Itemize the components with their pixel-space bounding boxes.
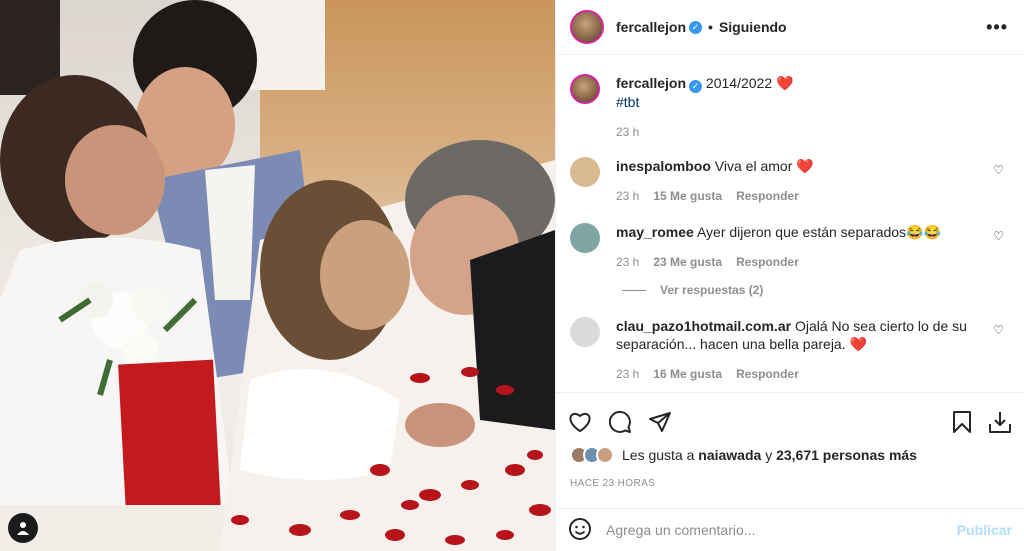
post-timestamp[interactable]: HACE 23 HORAS xyxy=(570,478,655,489)
more-icon[interactable]: ••• xyxy=(986,17,1008,38)
comment-username[interactable]: inespalomboo xyxy=(616,158,711,174)
comment-text: inespalomboo Viva el amor ❤️ xyxy=(616,157,982,175)
post-photo[interactable] xyxy=(0,0,555,551)
post-side-panel: fercallejon ✓ • Siguiendo ••• fercallejo… xyxy=(555,0,1024,551)
caption-time[interactable]: 23 h xyxy=(616,125,639,139)
comment-likes[interactable]: 16 Me gusta xyxy=(653,367,722,381)
liker-avatars xyxy=(570,446,614,464)
likes-others[interactable]: 23,671 personas más xyxy=(776,447,917,463)
caption-text: fercallejon ✓ 2014/2022 ❤️ #tbt xyxy=(616,74,982,111)
comments-list[interactable]: fercallejon ✓ 2014/2022 ❤️ #tbt 23 h ines… xyxy=(556,56,1024,392)
caption-avatar[interactable] xyxy=(570,74,600,104)
likes-user[interactable]: naiawada xyxy=(698,447,761,463)
comment-username[interactable]: clau_pazo1hotmail.com.ar xyxy=(616,318,791,334)
comment-time[interactable]: 23 h xyxy=(616,189,639,203)
reply-button[interactable]: Responder xyxy=(736,255,799,269)
author-username[interactable]: fercallejon xyxy=(616,19,686,35)
view-replies-button[interactable]: Ver respuestas (2) xyxy=(622,283,1008,297)
caption-body: 2014/2022 ❤️ xyxy=(705,75,794,91)
comment-like-heart-icon[interactable]: ♡ xyxy=(993,229,1004,243)
publish-button[interactable]: Publicar xyxy=(957,522,1012,538)
bookmark-icon[interactable] xyxy=(950,410,974,434)
comment-text: may_romee Ayer dijeron que están separad… xyxy=(616,223,982,241)
reply-button[interactable]: Responder xyxy=(736,189,799,203)
share-icon[interactable] xyxy=(648,410,672,434)
separator-dot: • xyxy=(708,19,713,35)
likes-prefix: Les gusta a xyxy=(622,447,695,463)
comment-icon[interactable] xyxy=(608,410,632,434)
replies-line xyxy=(622,289,646,291)
hashtag-link[interactable]: #tbt xyxy=(616,94,639,110)
comment-item: may_romee Ayer dijeron que están separad… xyxy=(570,223,1008,269)
comment-username[interactable]: may_romee xyxy=(616,224,694,240)
emoji-icon[interactable] xyxy=(568,517,592,544)
likes-joiner: y xyxy=(765,447,773,463)
reply-button[interactable]: Responder xyxy=(736,367,799,381)
caption-username[interactable]: fercallejon xyxy=(616,75,686,91)
photo-collage-illustration xyxy=(0,0,555,551)
likes-summary[interactable]: Les gusta a naiawada y 23,671 personas m… xyxy=(570,446,917,464)
view-replies-label: Ver respuestas (2) xyxy=(660,283,764,297)
comment-item: inespalomboo Viva el amor ❤️ 23 h 15 Me … xyxy=(570,157,1008,203)
user-tag-icon[interactable] xyxy=(8,513,38,543)
verified-badge-icon: ✓ xyxy=(689,20,703,34)
download-icon[interactable] xyxy=(988,410,1012,434)
comment-time[interactable]: 23 h xyxy=(616,255,639,269)
comment-input[interactable] xyxy=(606,522,957,538)
caption: fercallejon ✓ 2014/2022 ❤️ #tbt 23 h xyxy=(570,74,1008,139)
commenter-avatar[interactable] xyxy=(570,157,600,187)
comment-meta: 23 h 16 Me gusta Responder xyxy=(616,367,982,381)
post-header: fercallejon ✓ • Siguiendo ••• xyxy=(556,0,1024,55)
comment-time[interactable]: 23 h xyxy=(616,367,639,381)
comment-item: clau_pazo1hotmail.com.ar Ojalá No sea ci… xyxy=(570,317,1008,381)
comment-body: Viva el amor ❤️ xyxy=(714,158,814,174)
caption-meta: 23 h xyxy=(616,125,982,139)
author-avatar[interactable] xyxy=(570,10,604,44)
comment-text: clau_pazo1hotmail.com.ar Ojalá No sea ci… xyxy=(616,317,982,353)
comment-body: Ayer dijeron que están separados😂😂 xyxy=(696,224,941,240)
comment-likes[interactable]: 23 Me gusta xyxy=(653,255,722,269)
heart-icon[interactable] xyxy=(568,410,592,434)
comment-like-heart-icon[interactable]: ♡ xyxy=(993,163,1004,177)
commenter-avatar[interactable] xyxy=(570,317,600,347)
comment-meta: 23 h 15 Me gusta Responder xyxy=(616,189,982,203)
following-button[interactable]: Siguiendo xyxy=(719,19,787,35)
add-comment-bar: Publicar xyxy=(556,508,1024,551)
comment-likes[interactable]: 15 Me gusta xyxy=(653,189,722,203)
action-bar xyxy=(556,392,1024,450)
instagram-post-view: fercallejon ✓ • Siguiendo ••• fercallejo… xyxy=(0,0,1024,551)
comment-meta: 23 h 23 Me gusta Responder xyxy=(616,255,982,269)
verified-badge-icon: ✓ xyxy=(689,80,703,93)
commenter-avatar[interactable] xyxy=(570,223,600,253)
comment-like-heart-icon[interactable]: ♡ xyxy=(993,323,1004,337)
